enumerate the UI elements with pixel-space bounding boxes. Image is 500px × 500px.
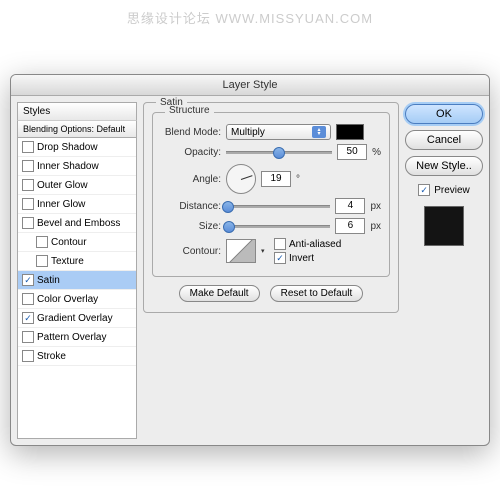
angle-unit: ° (296, 174, 300, 185)
contour-picker[interactable] (226, 239, 256, 263)
checkbox-icon[interactable] (22, 160, 34, 172)
make-default-button[interactable]: Make Default (179, 285, 260, 302)
style-item-texture[interactable]: Texture (18, 252, 136, 271)
checkbox-icon[interactable] (36, 255, 48, 267)
distance-label: Distance: (161, 201, 221, 212)
dialog-body: Styles Blending Options: Default Drop Sh… (11, 96, 489, 445)
watermark-text: 思缘设计论坛 WWW.MISSYUAN.COM (0, 8, 500, 27)
layer-style-dialog: Layer Style Styles Blending Options: Def… (10, 74, 490, 446)
style-item-inner-glow[interactable]: Inner Glow (18, 195, 136, 214)
contour-row: Contour: ▾ Anti-aliased Invert (161, 238, 381, 264)
style-item-label: Outer Glow (37, 180, 88, 191)
opacity-row: Opacity: 50 % (161, 144, 381, 160)
default-buttons-row: Make Default Reset to Default (152, 285, 390, 302)
checkbox-icon[interactable] (22, 350, 34, 362)
style-item-label: Contour (51, 237, 87, 248)
style-item-label: Bevel and Emboss (37, 218, 120, 229)
settings-panel: Satin Structure Blend Mode: Multiply (143, 102, 399, 439)
opacity-label: Opacity: (161, 147, 221, 158)
anti-aliased-label: Anti-aliased (289, 239, 341, 250)
size-slider[interactable] (226, 219, 330, 233)
style-item-label: Inner Glow (37, 199, 85, 210)
angle-input[interactable]: 19 (261, 171, 291, 187)
size-label: Size: (161, 221, 221, 232)
checkbox-icon[interactable] (22, 274, 34, 286)
style-item-bevel-and-emboss[interactable]: Bevel and Emboss (18, 214, 136, 233)
checkbox-icon[interactable] (22, 312, 34, 324)
anti-aliased-checkbox[interactable]: Anti-aliased (274, 238, 341, 250)
style-item-pattern-overlay[interactable]: Pattern Overlay (18, 328, 136, 347)
dialog-title: Layer Style (11, 75, 489, 96)
style-item-label: Color Overlay (37, 294, 98, 305)
cancel-button[interactable]: Cancel (405, 130, 483, 150)
preview-swatch (424, 206, 464, 246)
style-item-label: Stroke (37, 351, 66, 362)
style-item-gradient-overlay[interactable]: Gradient Overlay (18, 309, 136, 328)
style-item-drop-shadow[interactable]: Drop Shadow (18, 138, 136, 157)
angle-row: Angle: 19 ° (161, 164, 381, 194)
reset-default-button[interactable]: Reset to Default (270, 285, 364, 302)
opacity-slider[interactable] (226, 145, 332, 159)
right-panel: OK Cancel New Style.. Preview (405, 102, 483, 439)
chevron-updown-icon (312, 126, 326, 138)
blend-mode-value: Multiply (231, 127, 265, 138)
styles-panel: Styles Blending Options: Default Drop Sh… (17, 102, 137, 439)
style-item-label: Texture (51, 256, 84, 267)
chevron-down-icon[interactable]: ▾ (261, 247, 269, 255)
blend-mode-select[interactable]: Multiply (226, 124, 331, 140)
checkbox-icon[interactable] (36, 236, 48, 248)
style-item-satin[interactable]: Satin (18, 271, 136, 290)
style-item-color-overlay[interactable]: Color Overlay (18, 290, 136, 309)
style-list: Drop Shadow Inner Shadow Outer Glow Inner G… (17, 137, 137, 439)
style-item-stroke[interactable]: Stroke (18, 347, 136, 366)
satin-group: Satin Structure Blend Mode: Multiply (143, 102, 399, 313)
color-swatch[interactable] (336, 124, 364, 140)
style-item-label: Satin (37, 275, 60, 286)
opacity-unit: % (372, 147, 381, 158)
preview-checkbox[interactable]: Preview (405, 184, 483, 196)
blending-options[interactable]: Blending Options: Default (17, 120, 137, 137)
style-item-label: Drop Shadow (37, 142, 98, 153)
new-style-button[interactable]: New Style.. (405, 156, 483, 176)
style-item-label: Gradient Overlay (37, 313, 113, 324)
size-unit: px (370, 221, 381, 232)
checkbox-icon[interactable] (22, 179, 34, 191)
blend-mode-label: Blend Mode: (161, 127, 221, 138)
distance-unit: px (370, 201, 381, 212)
distance-row: Distance: 4 px (161, 198, 381, 214)
checkbox-icon[interactable] (22, 141, 34, 153)
ok-button[interactable]: OK (405, 104, 483, 124)
contour-label: Contour: (161, 246, 221, 257)
invert-label: Invert (289, 253, 314, 264)
checkbox-icon[interactable] (22, 331, 34, 343)
structure-group: Structure Blend Mode: Multiply (152, 112, 390, 277)
invert-checkbox[interactable]: Invert (274, 252, 341, 264)
style-item-label: Pattern Overlay (37, 332, 106, 343)
checkbox-icon[interactable] (22, 293, 34, 305)
styles-header[interactable]: Styles (17, 102, 137, 120)
distance-slider[interactable] (226, 199, 330, 213)
size-input[interactable]: 6 (335, 218, 365, 234)
style-item-contour[interactable]: Contour (18, 233, 136, 252)
opacity-input[interactable]: 50 (337, 144, 367, 160)
checkbox-icon[interactable] (22, 198, 34, 210)
distance-input[interactable]: 4 (335, 198, 365, 214)
style-item-label: Inner Shadow (37, 161, 99, 172)
preview-label: Preview (434, 185, 470, 196)
checkbox-icon[interactable] (22, 217, 34, 229)
structure-title: Structure (165, 105, 214, 116)
style-item-outer-glow[interactable]: Outer Glow (18, 176, 136, 195)
size-row: Size: 6 px (161, 218, 381, 234)
angle-dial[interactable] (226, 164, 256, 194)
style-item-inner-shadow[interactable]: Inner Shadow (18, 157, 136, 176)
blend-mode-row: Blend Mode: Multiply (161, 124, 381, 140)
angle-label: Angle: (161, 174, 221, 185)
